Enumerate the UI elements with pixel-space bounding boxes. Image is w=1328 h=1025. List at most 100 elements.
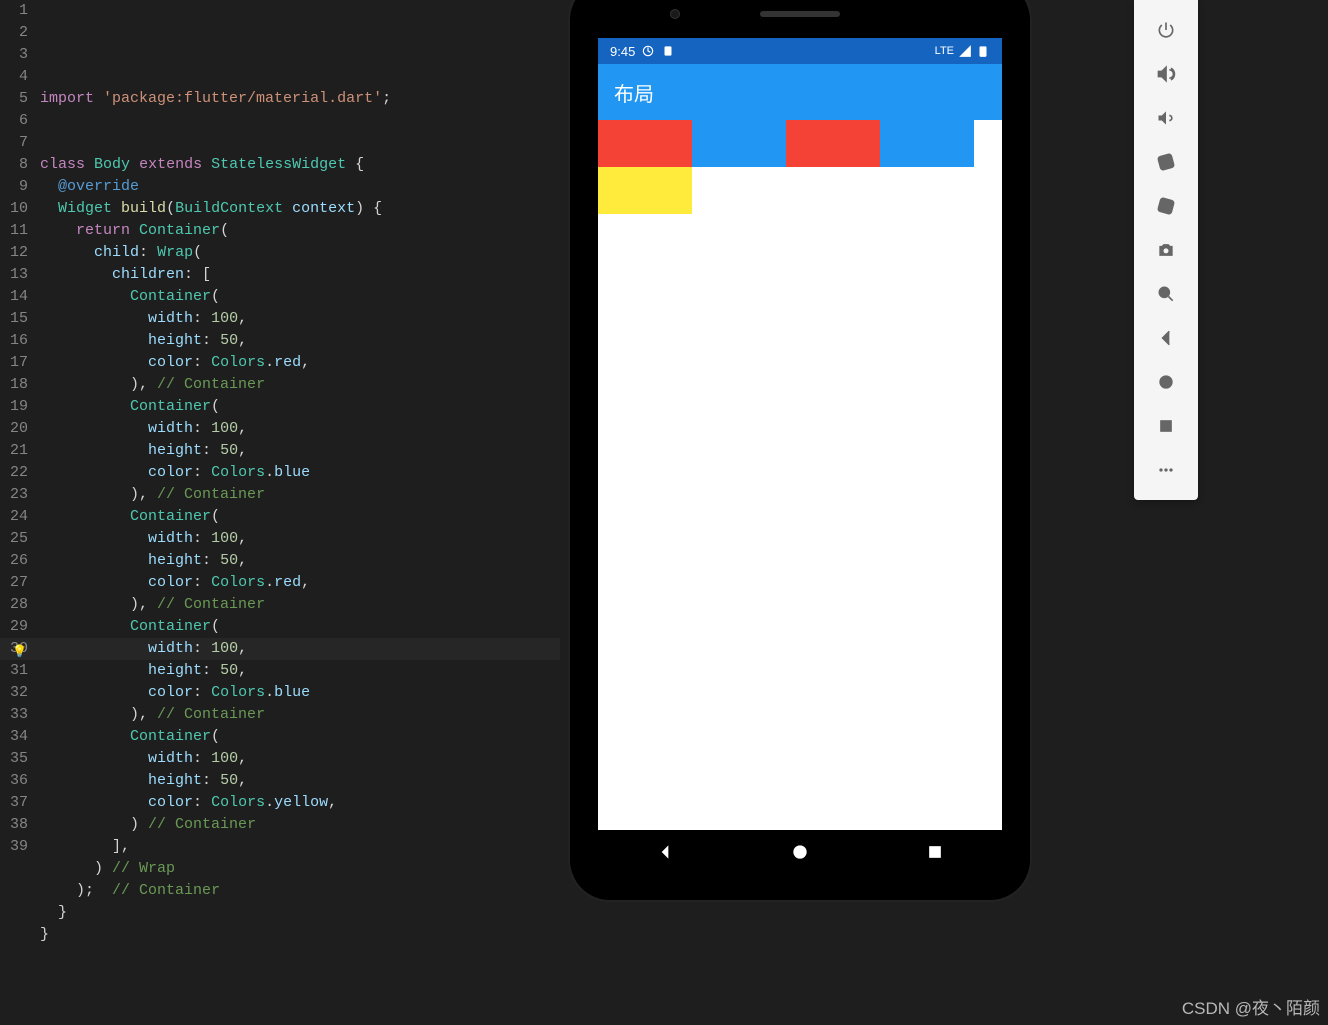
line-number: 34 — [0, 726, 28, 748]
line-number: 32 — [0, 682, 28, 704]
code-line[interactable]: @override — [40, 176, 560, 198]
line-number: 7 — [0, 132, 28, 154]
status-time: 9:45 — [610, 44, 635, 59]
code-line[interactable]: color: Colors.blue — [40, 682, 560, 704]
phone-bezel-top — [580, 0, 1020, 38]
status-bar: 9:45 LTE — [598, 38, 1002, 64]
code-line[interactable]: height: 50, — [40, 660, 560, 682]
code-line[interactable]: Container( — [40, 726, 560, 748]
line-number: 17 — [0, 352, 28, 374]
code-editor[interactable]: 1234567891011121314151617181920212223242… — [0, 0, 560, 1025]
code-line[interactable]: Container( — [40, 616, 560, 638]
code-line[interactable]: ), // Container — [40, 594, 560, 616]
volume-up-icon[interactable] — [1142, 52, 1190, 96]
line-number: 24 — [0, 506, 28, 528]
code-line[interactable]: } — [40, 902, 560, 924]
line-number: 39 — [0, 836, 28, 858]
line-number: 29 — [0, 616, 28, 638]
code-line[interactable]: ], — [40, 836, 560, 858]
code-line[interactable]: children: [ — [40, 264, 560, 286]
code-line[interactable]: color: Colors.yellow, — [40, 792, 560, 814]
line-number: 2 — [0, 22, 28, 44]
line-number: 16 — [0, 330, 28, 352]
line-number: 21 — [0, 440, 28, 462]
line-number: 33 — [0, 704, 28, 726]
volume-down-icon[interactable] — [1142, 96, 1190, 140]
power-icon[interactable] — [1142, 8, 1190, 52]
code-line[interactable]: height: 50, — [40, 440, 560, 462]
code-line[interactable]: } — [40, 924, 560, 946]
code-line[interactable]: Container( — [40, 286, 560, 308]
line-number: 20 — [0, 418, 28, 440]
code-line[interactable]: return Container( — [40, 220, 560, 242]
nav-home-button[interactable] — [790, 842, 810, 867]
container-box — [786, 120, 880, 167]
home-icon[interactable] — [1142, 360, 1190, 404]
emulator-zone: 9:45 LTE 布局 — [560, 0, 1328, 1025]
code-line[interactable]: height: 50, — [40, 550, 560, 572]
line-number: 38 — [0, 814, 28, 836]
code-line[interactable]: ) // Wrap — [40, 858, 560, 880]
code-line[interactable]: Widget build(BuildContext context) { — [40, 198, 560, 220]
line-number: 11 — [0, 220, 28, 242]
code-line[interactable]: width: 100, — [40, 418, 560, 440]
status-network: LTE — [935, 45, 954, 57]
screenshot-icon[interactable] — [1142, 228, 1190, 272]
code-line[interactable]: height: 50, — [40, 770, 560, 792]
container-box — [598, 120, 692, 167]
android-nav-bar — [598, 830, 1002, 878]
code-line[interactable]: ), // Container — [40, 484, 560, 506]
code-line[interactable]: width: 100, — [40, 528, 560, 550]
code-line[interactable]: ), // Container — [40, 374, 560, 396]
code-line[interactable]: ) // Container — [40, 814, 560, 836]
emulator-toolbar — [1134, 0, 1198, 500]
container-box — [598, 167, 692, 214]
code-line[interactable]: Container( — [40, 396, 560, 418]
nav-overview-button[interactable] — [925, 842, 945, 867]
code-line[interactable]: ), // Container — [40, 704, 560, 726]
line-number: 35 — [0, 748, 28, 770]
code-line[interactable]: width: 100, — [40, 308, 560, 330]
back-icon[interactable] — [1142, 316, 1190, 360]
code-line[interactable] — [40, 110, 560, 132]
line-number: 15 — [0, 308, 28, 330]
app-body[interactable] — [598, 120, 1002, 830]
nav-back-button[interactable] — [655, 842, 675, 867]
phone-screen[interactable]: 9:45 LTE 布局 — [598, 38, 1002, 830]
code-line[interactable]: class Body extends StatelessWidget { — [40, 154, 560, 176]
phone-speaker — [760, 11, 840, 17]
rotate-right-icon[interactable] — [1142, 184, 1190, 228]
more-icon[interactable] — [1142, 448, 1190, 492]
line-number: 27 — [0, 572, 28, 594]
overview-icon[interactable] — [1142, 404, 1190, 448]
line-number: 10 — [0, 198, 28, 220]
code-line[interactable] — [40, 132, 560, 154]
zoom-icon[interactable] — [1142, 272, 1190, 316]
line-number: 28 — [0, 594, 28, 616]
code-line[interactable]: import 'package:flutter/material.dart'; — [40, 88, 560, 110]
code-line[interactable]: color: Colors.red, — [40, 352, 560, 374]
lightbulb-icon[interactable]: 💡 — [12, 641, 27, 663]
line-number: 13 — [0, 264, 28, 286]
rotate-left-icon[interactable] — [1142, 140, 1190, 184]
code-line[interactable]: ); // Container — [40, 880, 560, 902]
code-line[interactable]: color: Colors.red, — [40, 572, 560, 594]
watermark: CSDN @夜丶陌颜 — [1182, 994, 1320, 1019]
code-line[interactable]: height: 50, — [40, 330, 560, 352]
line-number: 31 — [0, 660, 28, 682]
phone-camera — [670, 9, 680, 19]
app-title: 布局 — [614, 78, 654, 107]
code-line[interactable]: color: Colors.blue — [40, 462, 560, 484]
line-number: 26 — [0, 550, 28, 572]
code-line[interactable]: child: Wrap( — [40, 242, 560, 264]
container-box — [880, 120, 974, 167]
line-number: 37 — [0, 792, 28, 814]
code-line[interactable]: width: 100, — [40, 748, 560, 770]
line-number: 22 — [0, 462, 28, 484]
line-gutter: 1234567891011121314151617181920212223242… — [0, 0, 40, 1025]
code-line[interactable]: Container( — [40, 506, 560, 528]
line-number: 23 — [0, 484, 28, 506]
app-bar: 布局 — [598, 64, 1002, 120]
container-box — [692, 120, 786, 167]
code-area[interactable]: 💡 import 'package:flutter/material.dart'… — [40, 0, 560, 1025]
